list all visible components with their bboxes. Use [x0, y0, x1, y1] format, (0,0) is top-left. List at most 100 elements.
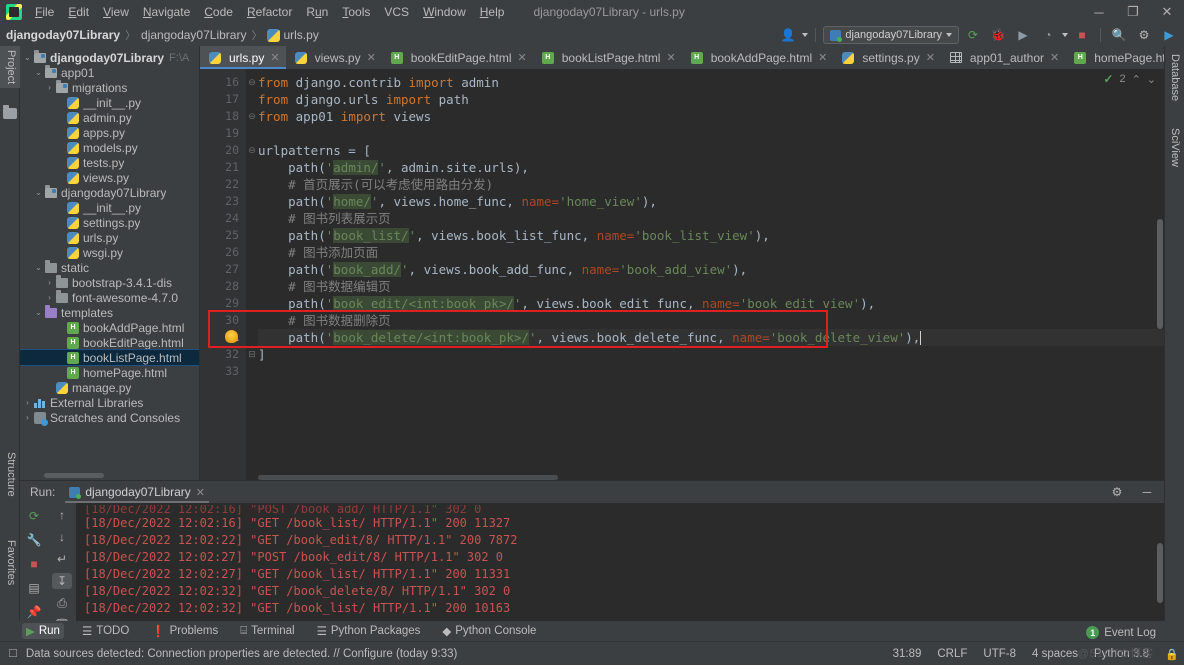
line-number-17[interactable]: 17 — [200, 91, 246, 108]
tree-item-views-py[interactable]: views.py — [20, 170, 199, 185]
code-line-24[interactable]: # 图书列表展示页 — [258, 210, 1164, 227]
editor-tab-app01-author[interactable]: app01_author ✕ — [941, 46, 1065, 69]
tree-item-scratches-and-consoles[interactable]: › Scratches and Consoles — [20, 410, 199, 426]
editor-tab-close-icon[interactable]: ✕ — [926, 51, 935, 64]
status-message[interactable]: Data sources detected: Connection proper… — [26, 648, 458, 660]
editor-tab-close-icon[interactable]: ✕ — [518, 51, 527, 64]
scroll-up-icon[interactable]: ↑ — [52, 507, 72, 523]
line-number-23[interactable]: 23 — [200, 193, 246, 210]
editor-tab-settings-py[interactable]: settings.py ✕ — [833, 46, 941, 69]
scroll-down-icon[interactable]: ↓ — [52, 529, 72, 545]
menu-item-view[interactable]: View — [96, 2, 136, 22]
editor-vertical-scrollbar[interactable] — [1157, 219, 1163, 329]
breadcrumb-file[interactable]: urls.py — [283, 28, 318, 42]
project-horizontal-scrollbar[interactable] — [44, 473, 104, 478]
editor-tab-bookeditpage-html[interactable]: HbookEditPage.html ✕ — [382, 46, 533, 69]
editor-tab-homepage-html[interactable]: HhomePage.html✕ — [1065, 46, 1164, 69]
tree-expand-arrow[interactable]: › — [44, 83, 55, 92]
tree-item-font-awesome-4-7-0[interactable]: › font-awesome-4.7.0 — [20, 290, 199, 305]
next-problem-icon[interactable]: ⌄ — [1147, 73, 1156, 86]
run-coverage-icon[interactable]: ▶ — [1012, 25, 1034, 45]
user-chevron-down-icon[interactable] — [802, 33, 809, 37]
line-number-18[interactable]: 18 — [200, 108, 246, 125]
tree-item-manage-py[interactable]: manage.py — [20, 380, 199, 395]
user-account-icon[interactable]: 👤 — [777, 25, 799, 45]
breadcrumb-root[interactable]: djangoday07Library — [6, 28, 120, 42]
tree-expand-arrow[interactable]: › — [44, 278, 55, 287]
line-number-21[interactable]: 21 — [200, 159, 246, 176]
line-number-28[interactable]: 28 — [200, 278, 246, 295]
code-line-29[interactable]: path('book_edit/<int:book_pk>/', views.b… — [258, 295, 1164, 312]
run-panel-settings-icon[interactable]: ⚙ — [1106, 482, 1128, 502]
tree-expand-arrow[interactable]: › — [44, 293, 55, 302]
tree-item-static[interactable]: ⌄ static — [20, 260, 199, 275]
run-console-output[interactable]: [18/Dec/2022 12:02:16] "POST /book_add/ … — [76, 503, 1164, 633]
editor-tab-close-icon[interactable]: ✕ — [818, 51, 827, 64]
tree-item-apps-py[interactable]: apps.py — [20, 125, 199, 140]
code-line-28[interactable]: # 图书数据编辑页 — [258, 278, 1164, 295]
profile-icon[interactable]: ◔ — [1037, 25, 1059, 45]
project-folder-icon[interactable] — [3, 105, 18, 123]
menu-item-vcs[interactable]: VCS — [377, 2, 416, 22]
fold-toggle-18[interactable]: ⊖ — [246, 108, 258, 125]
debug-button-icon[interactable]: 🐞 — [987, 25, 1009, 45]
code-line-23[interactable]: path('home/', views.home_func, name='hom… — [258, 193, 1164, 210]
editor-tab-views-py[interactable]: views.py ✕ — [286, 46, 382, 69]
tree-item-settings-py[interactable]: settings.py — [20, 215, 199, 230]
run-panel-minimize-icon[interactable]: ─ — [1136, 482, 1158, 502]
tree-expand-arrow[interactable]: ⌄ — [33, 68, 44, 77]
bottom-tool-terminal[interactable]: ⌸ Terminal — [236, 624, 298, 639]
bottom-tool-python-console[interactable]: ◆ Python Console — [438, 623, 540, 639]
line-number-25[interactable]: 25 — [200, 227, 246, 244]
soft-wrap-icon[interactable]: ↵ — [52, 551, 72, 567]
minimize-button[interactable]: ─ — [1082, 0, 1116, 24]
maximize-button[interactable]: ❐ — [1116, 0, 1150, 24]
previous-problem-icon[interactable]: ⌃ — [1132, 73, 1141, 86]
code-line-22[interactable]: # 首页展示(可以考虑使用路由分发) — [258, 176, 1164, 193]
code-line-18[interactable]: from app01 import views — [258, 108, 1164, 125]
code-content[interactable]: from django.contrib import admin from dja… — [225, 69, 1164, 480]
menu-item-window[interactable]: Window — [416, 2, 473, 22]
line-number-30[interactable]: 30 — [200, 312, 246, 329]
close-button[interactable]: ✕ — [1150, 0, 1184, 24]
fold-toggle-20[interactable]: ⊖ — [246, 142, 258, 159]
sidebar-tab-structure[interactable]: Structure — [0, 448, 20, 501]
fold-toggle-32[interactable]: ⊟ — [246, 346, 258, 363]
line-number-32[interactable]: 32 — [200, 346, 246, 363]
intention-bulb-icon[interactable] — [225, 330, 238, 343]
tree-item-wsgi-py[interactable]: wsgi.py — [20, 245, 199, 260]
code-line-25[interactable]: path('book_list/', views.book_list_func,… — [258, 227, 1164, 244]
console-scrollbar[interactable] — [1157, 543, 1163, 603]
editor-tab-close-icon[interactable]: ✕ — [270, 51, 279, 64]
bottom-tool-run[interactable]: ▶ Run — [22, 623, 64, 639]
search-everywhere-icon[interactable]: 🔍 — [1108, 25, 1130, 45]
code-line-33[interactable] — [258, 363, 1164, 380]
line-number-29[interactable]: 29 — [200, 295, 246, 312]
code-line-31[interactable]: path('book_delete/<int:book_pk>/', views… — [225, 329, 1164, 346]
tree-item-migrations[interactable]: › migrations — [20, 80, 199, 95]
line-number-27[interactable]: 27 — [200, 261, 246, 278]
file-encoding[interactable]: UTF-8 — [983, 648, 1016, 660]
tree-item-djangoday07library[interactable]: ⌄ djangoday07Library F:\A — [20, 50, 199, 65]
fold-toggle-16[interactable]: ⊖ — [246, 74, 258, 91]
pin-icon[interactable]: 📌 — [24, 603, 44, 621]
tree-item-bookeditpage-html[interactable]: HbookEditPage.html — [20, 335, 199, 350]
stop-button-icon[interactable]: ■ — [1071, 25, 1093, 45]
layout-icon[interactable]: ▤ — [24, 579, 44, 597]
bottom-tool-python-packages[interactable]: ☰ Python Packages — [313, 623, 425, 639]
code-line-20[interactable]: urlpatterns = [ — [258, 142, 1164, 159]
settings-gear-icon[interactable]: ⚙ — [1133, 25, 1155, 45]
line-number-26[interactable]: 26 — [200, 244, 246, 261]
tree-expand-arrow[interactable]: › — [22, 398, 33, 407]
editor-tab-close-icon[interactable]: ✕ — [666, 51, 675, 64]
tree-item-urls-py[interactable]: urls.py — [20, 230, 199, 245]
tree-item-bootstrap-3-4-1-dis[interactable]: › bootstrap-3.4.1-dis — [20, 275, 199, 290]
bottom-tool-problems[interactable]: ❗ Problems — [147, 623, 222, 639]
indent-setting[interactable]: 4 spaces — [1032, 648, 1078, 660]
tree-item-templates[interactable]: ⌄ templates — [20, 305, 199, 320]
line-number-22[interactable]: 22 — [200, 176, 246, 193]
code-folding-gutter[interactable]: ⊖ ⊖ ⊖ ⊟ — [246, 69, 258, 480]
code-line-19[interactable] — [258, 125, 1164, 142]
menu-item-code[interactable]: Code — [197, 2, 240, 22]
line-separator[interactable]: CRLF — [937, 648, 967, 660]
